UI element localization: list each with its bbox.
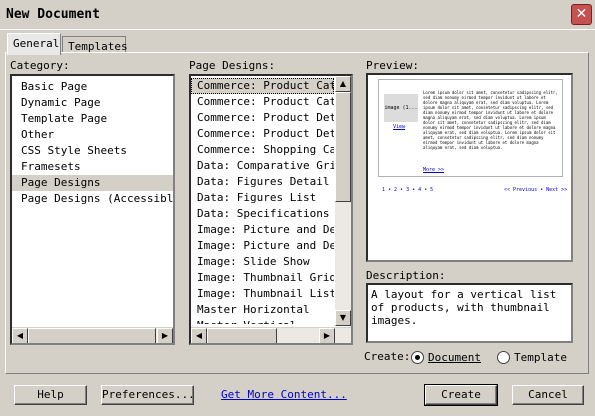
category-item[interactable]: Page Designs (Accessible): [12, 191, 173, 207]
scroll-thumb[interactable]: [335, 92, 351, 202]
preview-thumbnail: image (1...: [384, 94, 418, 122]
preferences-button[interactable]: Preferences...: [101, 385, 195, 405]
radio-template-label[interactable]: Template: [514, 351, 567, 364]
category-item[interactable]: CSS Style Sheets: [12, 143, 173, 159]
radio-selected-dot: [415, 355, 420, 360]
category-item[interactable]: Template Page: [12, 111, 173, 127]
page-design-item[interactable]: Commerce: Product Catal: [191, 78, 334, 94]
page-design-item[interactable]: Data: Specifications: [191, 206, 334, 222]
scroll-right-icon[interactable]: ▶: [157, 328, 173, 343]
category-list[interactable]: Basic Page Dynamic Page Template Page Other…: [10, 74, 175, 345]
scroll-right-icon[interactable]: ▶: [319, 328, 335, 343]
category-item[interactable]: Dynamic Page: [12, 95, 173, 111]
tab-general[interactable]: General: [7, 33, 61, 55]
scroll-left-icon[interactable]: ◀: [191, 328, 207, 343]
page-design-item[interactable]: Commerce: Product Detai: [191, 110, 334, 126]
title-bar: New Document ✕: [0, 0, 595, 30]
page-design-item[interactable]: Image: Thumbnail Grid: [191, 270, 334, 286]
designs-hscrollbar[interactable]: ◀ ▶: [191, 327, 351, 343]
preview-more-link: More >>: [423, 167, 445, 173]
category-item[interactable]: Framesets: [12, 159, 173, 175]
page-designs-label: Page Designs:: [189, 59, 276, 72]
category-item[interactable]: Basic Page: [12, 79, 173, 95]
category-label: Category:: [10, 59, 70, 72]
window-title: New Document: [6, 7, 100, 22]
preview-view-link: View: [393, 124, 406, 130]
preview-lorem: Lorem ipsum dolor sit amet, consetetur s…: [423, 90, 558, 150]
cancel-button[interactable]: Cancel: [512, 385, 584, 405]
page-design-item[interactable]: Image: Thumbnail List: [191, 286, 334, 302]
preview-card: image (1... View Lorem ipsum dolor sit a…: [378, 79, 563, 177]
page-design-item[interactable]: Image: Picture and Desc: [191, 222, 334, 238]
category-item[interactable]: Other: [12, 127, 173, 143]
category-item[interactable]: Page Designs: [12, 175, 173, 191]
category-hscrollbar[interactable]: ◀ ▶: [12, 327, 173, 343]
page-design-item[interactable]: Commerce: Product Catal: [191, 94, 334, 110]
get-more-content-link[interactable]: Get More Content...: [221, 388, 347, 401]
page-design-item[interactable]: Commerce: Product Detai: [191, 126, 334, 142]
page-designs-list[interactable]: Commerce: Product CatalCommerce: Product…: [189, 74, 353, 345]
preview-pager-nav: << Previous • Next >>: [504, 187, 568, 193]
create-button[interactable]: Create: [424, 384, 498, 406]
preview-label: Preview:: [366, 59, 419, 72]
description-text: A layout for a vertical list of products…: [366, 283, 573, 343]
designs-vscrollbar[interactable]: ▲ ▼: [335, 76, 351, 326]
scroll-thumb[interactable]: [28, 328, 156, 343]
page-design-item[interactable]: Image: Slide Show: [191, 254, 334, 270]
page-design-item[interactable]: Data: Figures Detail: [191, 174, 334, 190]
page-design-item[interactable]: Data: Comparative Grid: [191, 158, 334, 174]
description-label: Description:: [366, 269, 446, 282]
close-button[interactable]: ✕: [571, 4, 592, 25]
page-design-item[interactable]: Master Horizontal: [191, 302, 334, 318]
scroll-thumb[interactable]: [207, 328, 277, 343]
page-design-item[interactable]: Master Vertical: [191, 318, 334, 324]
radio-document[interactable]: [411, 351, 424, 364]
scroll-down-icon[interactable]: ▼: [335, 310, 351, 326]
radio-template[interactable]: [497, 351, 510, 364]
radio-document-label[interactable]: Document: [428, 351, 481, 364]
scroll-up-icon[interactable]: ▲: [335, 76, 351, 92]
scroll-left-icon[interactable]: ◀: [12, 328, 28, 343]
create-label: Create:: [364, 350, 411, 363]
page-design-item[interactable]: Data: Figures List: [191, 190, 334, 206]
preview-pane: image (1... View Lorem ipsum dolor sit a…: [366, 73, 573, 262]
preview-pager: 1 • 2 • 3 • 4 • 5: [382, 187, 434, 193]
help-button[interactable]: Help: [14, 385, 87, 405]
page-design-item[interactable]: Image: Picture and Desc: [191, 238, 334, 254]
page-design-item[interactable]: Commerce: Shopping Cart: [191, 142, 334, 158]
